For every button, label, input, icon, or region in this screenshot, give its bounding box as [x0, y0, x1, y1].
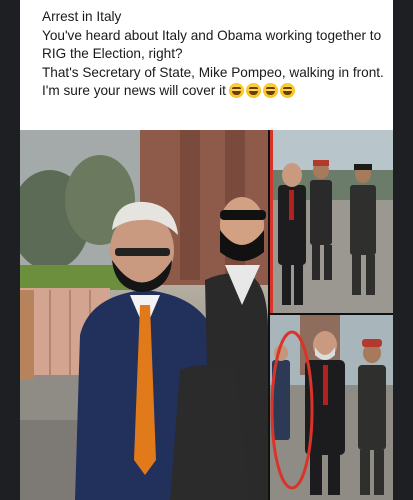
laughing-face-icon [262, 83, 278, 99]
laughing-face-icon [245, 83, 261, 99]
bottom-right-photo-illustration [270, 315, 393, 500]
post-line-3: That's Secretary of State, Mike Pompeo, … [42, 64, 384, 80]
emoji-row [228, 83, 295, 99]
post-line-2: You've heard about Italy and Obama worki… [42, 27, 382, 62]
post-text: Arrest in Italy You've heard about Italy… [42, 8, 387, 101]
top-right-photo-illustration [270, 130, 393, 313]
meme-frame: Arrest in Italy You've heard about Italy… [0, 0, 413, 500]
post-line-4-text: I'm sure your news will cover it [42, 83, 226, 99]
photo-collage [20, 130, 393, 500]
main-photo-illustration [20, 130, 268, 500]
laughing-face-icon [228, 83, 244, 99]
laughing-face-icon [279, 83, 295, 99]
post-line-1: Arrest in Italy [42, 9, 122, 24]
post-text-card: Arrest in Italy You've heard about Italy… [20, 0, 393, 130]
top-right-photo [270, 130, 393, 313]
bottom-right-photo [270, 315, 393, 500]
post-line-4: I'm sure your news will cover it [42, 82, 387, 101]
main-photo [20, 130, 268, 500]
